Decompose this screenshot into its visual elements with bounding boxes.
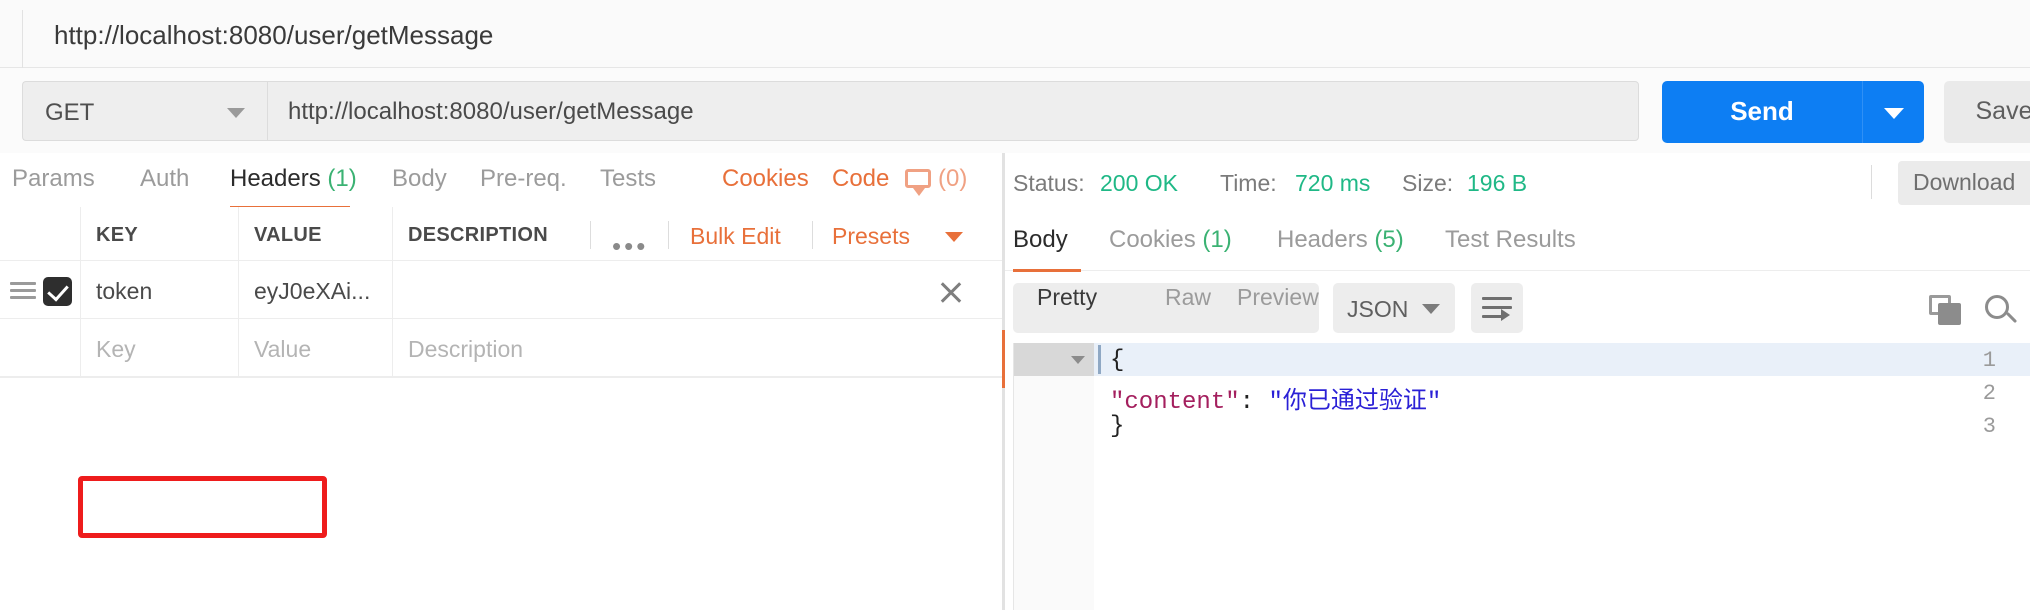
line-number-gutter bbox=[1014, 343, 1094, 610]
url-input-value: http://localhost:8080/user/getMessage bbox=[288, 98, 694, 125]
response-tab-cookies[interactable]: Cookies (1) bbox=[1109, 226, 1232, 254]
value-input-placeholder[interactable]: Value bbox=[254, 336, 311, 363]
column-header-key: KEY bbox=[96, 224, 139, 246]
key-input-placeholder[interactable]: Key bbox=[96, 336, 136, 363]
response-status-bar: Status: 200 OK Time: 720 ms Size: 196 B … bbox=[1005, 153, 2030, 213]
table-row[interactable]: Key Value Description bbox=[0, 319, 1002, 377]
language-dropdown-label: JSON bbox=[1347, 296, 1409, 322]
cookies-link[interactable]: Cookies bbox=[722, 165, 809, 193]
request-bar: GET http://localhost:8080/user/getMessag… bbox=[0, 69, 2030, 152]
response-tab-headers-count: (5) bbox=[1374, 226, 1404, 253]
table-row[interactable]: token eyJ0eXAi... bbox=[0, 261, 1002, 319]
copy-icon[interactable] bbox=[1929, 295, 1963, 327]
response-tab-headers-label: Headers bbox=[1277, 226, 1368, 253]
response-panel: Status: 200 OK Time: 720 ms Size: 196 B … bbox=[1005, 153, 2030, 610]
comment-icon[interactable] bbox=[905, 169, 931, 196]
response-tab-cookies-count: (1) bbox=[1202, 226, 1232, 253]
tab-strip-divider bbox=[22, 10, 23, 68]
size-label: Size: bbox=[1402, 170, 1454, 196]
headers-table-empty-area bbox=[0, 377, 1002, 610]
code-link[interactable]: Code bbox=[832, 165, 889, 193]
request-panel: Params Auth Headers (1) Body Pre-req. Te… bbox=[0, 153, 1002, 610]
language-dropdown[interactable]: JSON bbox=[1333, 283, 1455, 333]
request-tab-body[interactable]: Body bbox=[392, 165, 447, 193]
column-header-description: DESCRIPTION bbox=[408, 224, 548, 246]
status-badge: 200 OK bbox=[1100, 170, 1178, 196]
code-line: { bbox=[1110, 347, 1125, 374]
postman-window: http://localhost:8080/user/getMessage GE… bbox=[0, 0, 2030, 610]
chevron-down-icon bbox=[945, 232, 963, 242]
presets-button[interactable]: Presets bbox=[832, 223, 910, 250]
active-line-highlight bbox=[1094, 343, 2030, 376]
request-tab-prereq[interactable]: Pre-req. bbox=[480, 165, 567, 193]
status-label: Status: bbox=[1013, 170, 1085, 196]
format-pretty-button[interactable]: Pretty bbox=[1037, 284, 1097, 311]
send-options-button[interactable] bbox=[1862, 81, 1924, 143]
response-body-viewer[interactable]: 1 { 2 "content": "你已通过验证" 3 } bbox=[1013, 343, 2030, 610]
request-tab-headers-label: Headers bbox=[230, 165, 321, 192]
format-preview-button[interactable]: Preview bbox=[1237, 284, 1319, 311]
delete-row-icon[interactable] bbox=[938, 279, 964, 305]
time-value: 720 ms bbox=[1295, 170, 1371, 196]
search-icon[interactable] bbox=[1985, 295, 2019, 329]
time-label: Time: bbox=[1220, 170, 1277, 196]
line-number: 1 bbox=[1982, 348, 1996, 373]
tab-strip: http://localhost:8080/user/getMessage bbox=[0, 0, 2030, 68]
size-value: 196 B bbox=[1467, 170, 1528, 196]
json-content-value: "你已通过验证" bbox=[1268, 389, 1442, 416]
request-tab-tests[interactable]: Tests bbox=[600, 165, 656, 193]
chevron-down-icon bbox=[1884, 108, 1904, 119]
response-format-toolbar: Pretty Raw Preview JSON bbox=[1005, 271, 2030, 343]
fold-arrow-icon[interactable] bbox=[1071, 356, 1085, 364]
request-tab-headers[interactable]: Headers (1) bbox=[230, 165, 357, 193]
drag-handle-icon[interactable] bbox=[10, 282, 36, 300]
url-input[interactable]: http://localhost:8080/user/getMessage bbox=[267, 81, 1639, 141]
request-tab-bar: Params Auth Headers (1) Body Pre-req. Te… bbox=[0, 153, 1002, 210]
send-button-label: Send bbox=[1730, 96, 1794, 126]
text-cursor bbox=[1098, 345, 1101, 374]
send-button[interactable]: Send bbox=[1662, 81, 1862, 143]
code-line: } bbox=[1110, 413, 1125, 440]
code-line: "content": "你已通过验证" bbox=[1110, 389, 1442, 416]
chevron-down-icon bbox=[227, 108, 245, 118]
download-button[interactable]: Download bbox=[1898, 161, 2030, 205]
column-header-value: VALUE bbox=[254, 224, 322, 246]
response-tab-headers[interactable]: Headers (5) bbox=[1277, 226, 1404, 254]
http-method-label: GET bbox=[45, 99, 95, 126]
bulk-edit-button[interactable]: Bulk Edit bbox=[690, 223, 781, 250]
line-number: 2 bbox=[1982, 381, 1996, 406]
response-tab-test-results[interactable]: Test Results bbox=[1445, 226, 1576, 254]
request-tab-headers-count: (1) bbox=[327, 165, 357, 192]
format-raw-button[interactable]: Raw bbox=[1165, 284, 1211, 311]
status-bar-divider bbox=[1871, 165, 1872, 199]
download-button-label: Download bbox=[1913, 169, 2016, 195]
save-button-label: Save bbox=[1975, 97, 2030, 125]
save-button[interactable]: Save bbox=[1944, 81, 2030, 143]
comment-count: (0) bbox=[938, 165, 968, 192]
line-number: 3 bbox=[1982, 414, 1996, 439]
http-method-dropdown[interactable]: GET bbox=[22, 81, 267, 141]
word-wrap-toggle[interactable] bbox=[1471, 283, 1523, 333]
header-key-value[interactable]: token bbox=[96, 278, 152, 305]
more-options-icon[interactable]: ••• bbox=[612, 231, 648, 262]
row-enabled-checkbox[interactable] bbox=[43, 277, 72, 306]
headers-table: KEY VALUE DESCRIPTION ••• Bulk Edit Pres… bbox=[0, 207, 1002, 610]
request-tab-auth[interactable]: Auth bbox=[140, 165, 189, 193]
headers-table-header: KEY VALUE DESCRIPTION ••• Bulk Edit Pres… bbox=[0, 207, 1002, 261]
response-tab-cookies-label: Cookies bbox=[1109, 226, 1196, 253]
request-tab-params[interactable]: Params bbox=[12, 165, 95, 193]
active-request-tab-title[interactable]: http://localhost:8080/user/getMessage bbox=[54, 20, 493, 51]
chevron-down-icon bbox=[1422, 304, 1440, 314]
response-tab-body[interactable]: Body bbox=[1013, 226, 1068, 254]
description-input-placeholder[interactable]: Description bbox=[408, 336, 523, 363]
response-tab-bar: Body Cookies (1) Headers (5) Test Result… bbox=[1005, 213, 2030, 272]
header-value-value[interactable]: eyJ0eXAi... bbox=[254, 278, 370, 305]
